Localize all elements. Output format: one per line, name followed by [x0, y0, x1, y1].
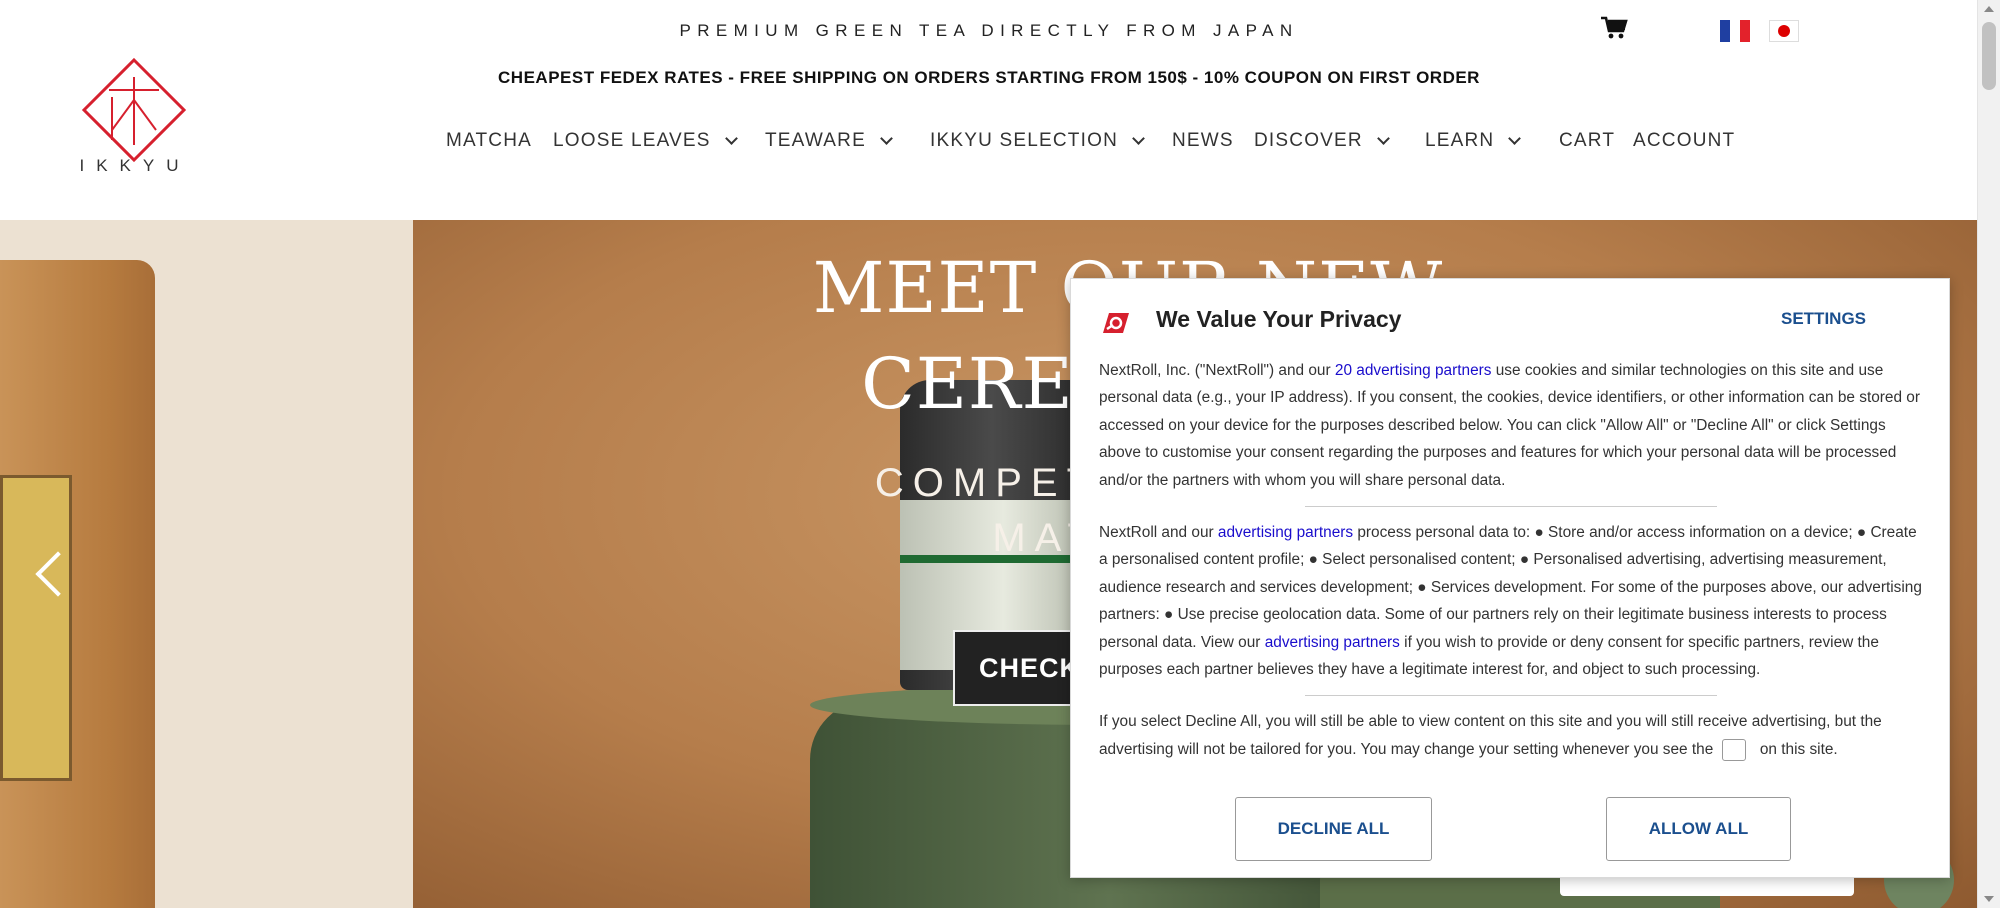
nav-ikkyu-selection[interactable]: IKKYU SELECTION	[930, 130, 1145, 152]
nav-label: MATCHA	[446, 130, 533, 151]
site-header: PREMIUM GREEN TEA DIRECTLY FROM JAPAN CH…	[0, 0, 1978, 220]
consent-text: NextRoll and our	[1099, 524, 1218, 542]
nav-teaware[interactable]: TEAWARE	[765, 130, 893, 152]
announcement-bar: PREMIUM GREEN TEA DIRECTLY FROM JAPAN	[679, 21, 1299, 40]
nav-discover[interactable]: DISCOVER	[1254, 130, 1390, 152]
japan-flag-icon[interactable]	[1769, 20, 1799, 42]
advertising-partners-count-link[interactable]: 20 advertising partners	[1335, 362, 1492, 379]
nav-label: ACCOUNT	[1633, 130, 1736, 151]
nextroll-logo-icon	[1103, 313, 1129, 333]
advertising-partners-link[interactable]: advertising partners	[1218, 524, 1353, 541]
nav-news[interactable]: NEWS	[1172, 130, 1234, 152]
vertical-scrollbar[interactable]	[1977, 0, 2000, 908]
nav-cart[interactable]: CART	[1559, 130, 1615, 152]
scrollbar-thumb[interactable]	[1982, 22, 1996, 90]
divider	[1305, 506, 1717, 508]
consent-paragraph-1: NextRoll, Inc. ("NextRoll") and our 20 a…	[1099, 357, 1929, 494]
logo-wordmark: IKKYU	[79, 156, 191, 175]
consent-text: on this site.	[1755, 740, 1838, 758]
france-flag-icon[interactable]	[1720, 20, 1750, 42]
settings-button[interactable]: SETTINGS	[1781, 309, 1866, 329]
advertising-partners-link[interactable]: advertising partners	[1265, 634, 1400, 651]
nav-label: CART	[1559, 130, 1616, 151]
nav-learn[interactable]: LEARN	[1425, 130, 1522, 152]
scroll-up-icon[interactable]	[1984, 6, 1994, 12]
consent-text: NextRoll, Inc. ("NextRoll") and our	[1099, 362, 1335, 379]
nav-label: LOOSE LEAVES	[553, 130, 711, 151]
decline-all-button[interactable]: DECLINE ALL	[1235, 797, 1432, 861]
nav-label: NEWS	[1172, 130, 1234, 151]
chevron-down-icon	[1376, 132, 1390, 145]
nav-account[interactable]: ACCOUNT	[1633, 130, 1735, 152]
nav-label: TEAWARE	[765, 130, 866, 151]
consent-text: use cookies and similar technologies on …	[1099, 362, 1920, 489]
nextroll-inline-icon	[1721, 738, 1746, 761]
scroll-down-icon[interactable]	[1984, 896, 1994, 902]
nav-label: LEARN	[1425, 130, 1495, 151]
divider	[1305, 695, 1717, 697]
nav-matcha[interactable]: MATCHA	[446, 130, 532, 152]
nav-label: IKKYU SELECTION	[930, 130, 1118, 151]
consent-title: We Value Your Privacy	[1156, 306, 1402, 332]
shopping-cart-icon[interactable]	[1600, 15, 1628, 41]
chevron-down-icon	[724, 132, 738, 145]
consent-paragraph-3: If you select Decline All, you will stil…	[1099, 708, 1929, 763]
shipping-promo: CHEAPEST FEDEX RATES - FREE SHIPPING ON …	[498, 68, 1480, 87]
consent-text: process personal data to: ● Store and/or…	[1099, 524, 1922, 651]
chevron-down-icon	[880, 132, 893, 145]
chevron-down-icon	[1508, 132, 1522, 145]
chevron-down-icon	[1132, 132, 1145, 145]
nav-loose-leaves[interactable]: LOOSE LEAVES	[553, 130, 738, 152]
nav-label: DISCOVER	[1254, 130, 1363, 151]
package-label	[0, 475, 72, 781]
allow-all-button[interactable]: ALLOW ALL	[1606, 797, 1791, 861]
consent-paragraph-2: NextRoll and our advertising partners pr…	[1099, 519, 1929, 683]
consent-body: NextRoll, Inc. ("NextRoll") and our 20 a…	[1099, 357, 1929, 763]
privacy-consent-dialog: We Value Your Privacy SETTINGS NextRoll,…	[1070, 278, 1950, 878]
